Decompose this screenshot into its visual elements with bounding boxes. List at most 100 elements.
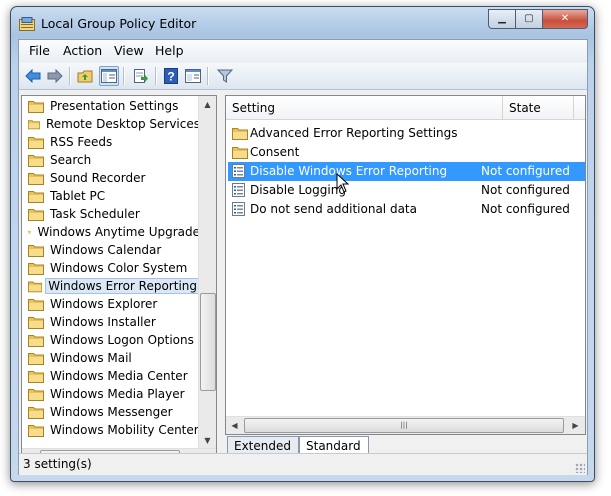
toolbar-separator [123, 67, 125, 85]
tree-item[interactable]: RSS Feeds [22, 133, 200, 151]
folder-icon [28, 230, 32, 234]
settings-list-pane[interactable]: Setting State Advanced Error Reporting S… [225, 95, 586, 435]
up-one-level-button[interactable] [75, 66, 95, 86]
tree-item-label: Windows Media Center [50, 369, 188, 383]
menu-view[interactable]: View [114, 43, 144, 58]
folder-icon [28, 155, 44, 167]
filter-button[interactable] [215, 66, 235, 86]
maximize-button[interactable]: ▢ [516, 9, 543, 29]
folder-icon [28, 245, 44, 257]
title-bar[interactable]: Local Group Policy Editor ▁ ▢ ✕ [11, 7, 594, 41]
folder-icon [28, 120, 40, 130]
help-icon: ? [164, 68, 178, 84]
scroll-down-arrow-icon[interactable]: ▼ [199, 432, 216, 449]
app-window: Local Group Policy Editor ▁ ▢ ✕ File Act… [10, 6, 595, 482]
caption-buttons: ▁ ▢ ✕ [488, 9, 588, 29]
tree-item[interactable]: Remote Desktop Services [22, 115, 200, 133]
scroll-up-arrow-icon[interactable]: ▲ [199, 96, 216, 113]
mouse-cursor-icon [336, 173, 350, 193]
folder-icon [28, 281, 43, 293]
settings-row[interactable]: Do not send additional data Not configure… [226, 200, 585, 219]
tree-item[interactable]: Windows Mobility Center [22, 421, 200, 439]
tree-item[interactable]: Windows Mail [22, 349, 200, 367]
tree-item[interactable]: Windows Media Center [22, 367, 200, 385]
setting-name: Advanced Error Reporting Settings [250, 126, 458, 140]
tree-item[interactable]: Sound Recorder [22, 169, 200, 187]
minimize-button[interactable]: ▁ [488, 9, 516, 29]
list-horizontal-scrollbar[interactable]: ◀ ||| ▶ [226, 416, 585, 434]
tree-item[interactable]: Windows Logon Options [22, 331, 200, 349]
tree-item[interactable]: Windows Media Player [22, 385, 200, 403]
folder-icon [28, 407, 44, 419]
properties-button[interactable] [183, 66, 203, 86]
tree-pane[interactable]: Presentation Settings Remote Desktop Serv… [21, 95, 217, 467]
settings-row[interactable]: Disable Windows Error Reporting Not confi… [228, 162, 585, 181]
tree-item[interactable]: Task Scheduler [22, 205, 200, 223]
tree-item[interactable]: Windows Explorer [22, 295, 200, 313]
column-header-state[interactable]: State [503, 96, 574, 119]
tree-item-label: RSS Feeds [50, 135, 113, 149]
folder-icon [28, 191, 44, 203]
back-button[interactable] [23, 66, 43, 86]
list-horizontal-scroll-thumb[interactable]: ||| [244, 418, 564, 433]
tree-item[interactable]: Search [22, 151, 200, 169]
up-folder-icon [77, 70, 93, 83]
tree-item[interactable]: Windows Color System [22, 259, 200, 277]
folder-icon [28, 299, 44, 311]
setting-state: Not configured [481, 202, 570, 216]
show-hide-tree-button[interactable] [99, 66, 119, 86]
tree-item[interactable]: Windows Messenger [22, 403, 200, 421]
resize-grip-icon[interactable] [575, 463, 585, 473]
column-header-setting[interactable]: Setting [226, 96, 503, 119]
column-header-state-label: State [509, 101, 541, 115]
settings-row[interactable]: Consent [226, 143, 585, 162]
menu-file[interactable]: File [29, 43, 50, 58]
tree-vertical-scrollbar[interactable]: ▲ ▼ [198, 96, 216, 449]
tree-vertical-scroll-thumb[interactable] [200, 293, 216, 391]
tree-item[interactable]: Tablet PC [22, 187, 200, 205]
tree-item-label: Sound Recorder [50, 171, 146, 185]
tree-item[interactable]: Windows Installer [22, 313, 200, 331]
scroll-left-arrow-icon[interactable]: ◀ [226, 417, 243, 434]
toolbar-separator [207, 67, 209, 85]
folder-icon [28, 335, 44, 347]
help-button[interactable]: ? [161, 66, 181, 86]
folder-icon [28, 101, 44, 113]
column-header-setting-label: Setting [232, 101, 275, 115]
toolbar-separator [155, 67, 157, 85]
folder-icon [28, 371, 44, 383]
close-button[interactable]: ✕ [543, 9, 588, 29]
tree-item-label: Windows Logon Options [50, 333, 194, 347]
client-area: File Action View Help ? Presentation Set… [18, 39, 588, 475]
tree-item-label: Search [50, 153, 92, 167]
tree-item[interactable]: Windows Calendar [22, 241, 200, 259]
folder-icon [232, 147, 248, 159]
policy-setting-icon [232, 164, 245, 178]
menu-help[interactable]: Help [155, 43, 184, 58]
setting-icon-wrapper [232, 202, 246, 219]
tree-item[interactable]: Presentation Settings [22, 97, 200, 115]
folder-icon [28, 389, 44, 401]
settings-row[interactable]: Advanced Error Reporting Settings [226, 124, 585, 143]
forward-button[interactable] [45, 66, 65, 86]
setting-name: Consent [250, 145, 300, 159]
setting-icon-wrapper [232, 183, 246, 200]
tree-item-label: Windows Media Player [50, 387, 185, 401]
show-hide-tree-icon [101, 69, 117, 83]
tree-item-label: Presentation Settings [50, 99, 179, 113]
forward-arrow-icon [47, 69, 63, 83]
setting-state: Not configured [481, 183, 570, 197]
tree-item-label: Tablet PC [50, 189, 106, 203]
setting-icon-wrapper [232, 164, 246, 181]
tree-item-label: Windows Error Reporting [45, 278, 200, 294]
column-header-row: Setting State [226, 96, 585, 120]
export-list-icon [134, 69, 148, 83]
menu-action[interactable]: Action [63, 43, 102, 58]
export-list-button[interactable] [131, 66, 151, 86]
svg-text:?: ? [167, 70, 174, 84]
scroll-right-arrow-icon[interactable]: ▶ [567, 417, 584, 434]
policy-setting-icon [232, 202, 245, 216]
tree-item[interactable]: Windows Anytime Upgrade [22, 223, 200, 241]
settings-row[interactable]: Disable Logging Not configured [226, 181, 585, 200]
tree-item[interactable]: Windows Error Reporting [22, 277, 200, 295]
